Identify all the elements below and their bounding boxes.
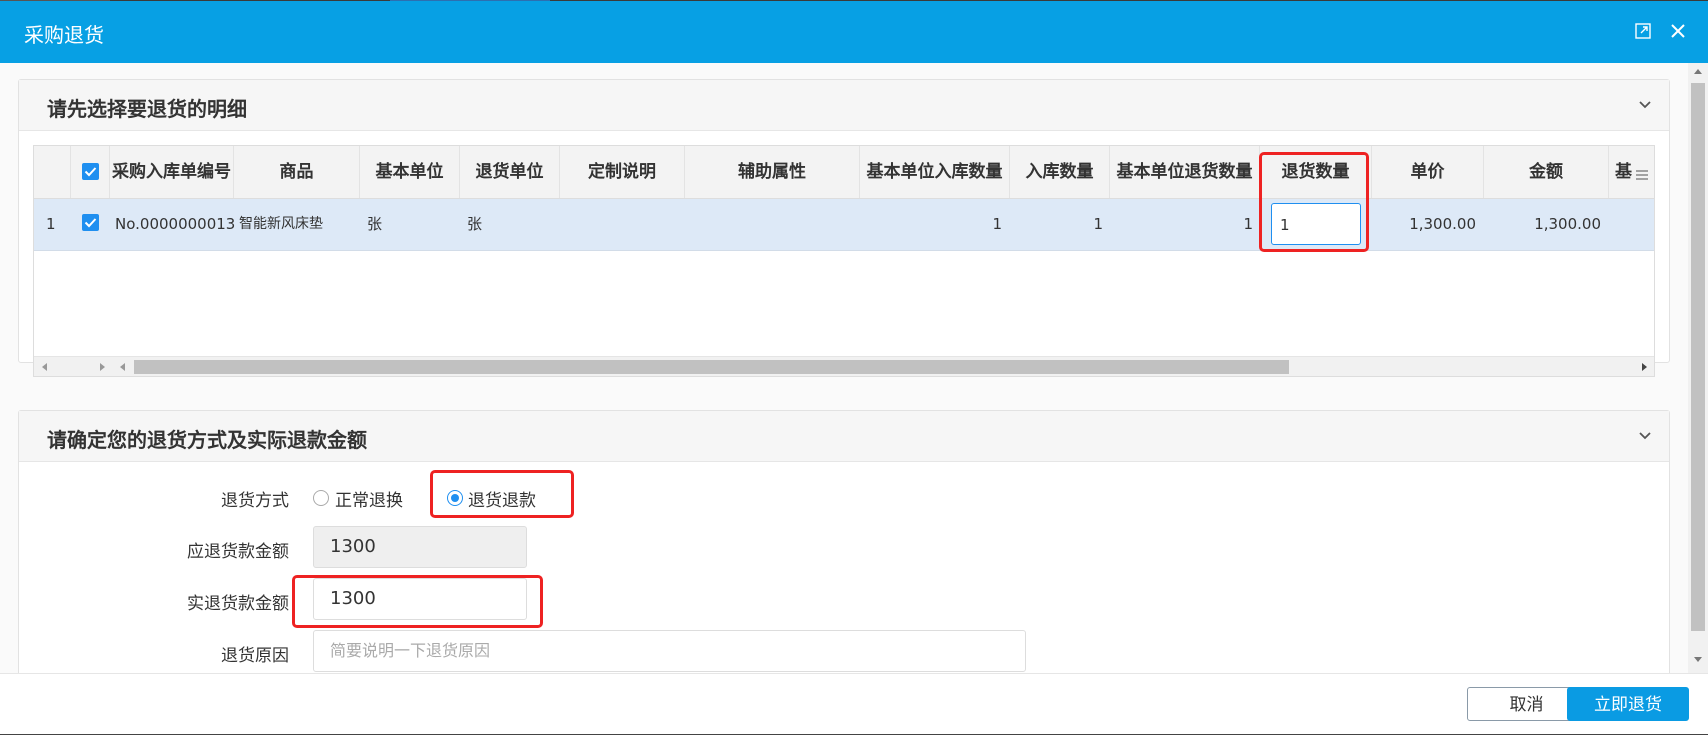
scroll-left-icon[interactable] bbox=[120, 363, 125, 371]
return-method-label: 退货方式 bbox=[221, 491, 289, 511]
col-header-in-qty[interactable]: 入库数量 bbox=[1010, 146, 1110, 198]
return-reason-label: 退货原因 bbox=[221, 646, 289, 666]
dialog-title: 采购退货 bbox=[24, 23, 104, 47]
vertical-scrollbar[interactable] bbox=[1688, 63, 1708, 673]
scroll-right-icon[interactable] bbox=[1642, 363, 1647, 371]
col-header-aux-attr[interactable]: 辅助属性 bbox=[685, 146, 860, 198]
scroll-down-icon[interactable] bbox=[1694, 657, 1702, 662]
panel-header[interactable]: 请先选择要退货的明细 bbox=[19, 80, 1669, 131]
horizontal-scrollbar[interactable] bbox=[34, 356, 1654, 376]
scroll-left-icon[interactable] bbox=[42, 363, 47, 371]
cell-base-in-qty: 1 bbox=[992, 215, 1002, 233]
col-header-amount[interactable]: 金额 bbox=[1484, 146, 1609, 198]
col-header-base-return-qty[interactable]: 基本单位退货数量 bbox=[1110, 146, 1260, 198]
cell-unit-price: 1,300.00 bbox=[1409, 215, 1476, 233]
col-header-base-unit[interactable]: 基本单位 bbox=[360, 146, 460, 198]
cell-order-no: No.0000000013 bbox=[115, 215, 235, 233]
dialog-body: 请先选择要退货的明细 采购入库单编号 商品 基本单位 退货单位 定制说明 辅助属… bbox=[0, 63, 1708, 673]
close-icon[interactable] bbox=[1668, 21, 1688, 41]
col-header-unit-price[interactable]: 单价 bbox=[1372, 146, 1484, 198]
select-all-checkbox[interactable] bbox=[82, 163, 99, 180]
panel-header[interactable]: 请确定您的退货方式及实际退款金额 bbox=[19, 411, 1669, 462]
maximize-icon[interactable] bbox=[1635, 23, 1651, 39]
cell-custom-note bbox=[560, 199, 685, 250]
due-amount-label: 应退货款金额 bbox=[187, 542, 289, 562]
col-header-order-no[interactable]: 采购入库单编号 bbox=[110, 146, 234, 198]
due-amount-field: 1300 bbox=[313, 526, 527, 568]
scrollbar-thumb[interactable] bbox=[1691, 83, 1705, 631]
table-row[interactable]: 1 No.0000000013 智能新风床垫 张 张 1 1 1 1 1,300… bbox=[34, 199, 1654, 251]
highlight-refund-option bbox=[430, 470, 574, 518]
col-header-return-unit[interactable]: 退货单位 bbox=[460, 146, 560, 198]
dialog-footer: 取消 立即退货 bbox=[0, 673, 1708, 735]
scroll-right-icon[interactable] bbox=[100, 363, 105, 371]
scrollbar-thumb[interactable] bbox=[134, 360, 1289, 374]
panel-title: 请先选择要退货的明细 bbox=[47, 97, 247, 121]
menu-lines-icon[interactable] bbox=[1636, 166, 1648, 180]
panel-title: 请确定您的退货方式及实际退款金额 bbox=[47, 428, 367, 452]
radio-normal-exchange[interactable] bbox=[313, 490, 329, 506]
chevron-down-icon[interactable] bbox=[1637, 427, 1653, 441]
cell-in-qty: 1 bbox=[1093, 215, 1103, 233]
purchase-return-dialog: 采购退货 请先选择要退货的明细 采购入库单编号 商品 基本单位 退货单位 定制说… bbox=[0, 1, 1708, 735]
return-reason-input[interactable]: 简要说明一下退货原因 bbox=[313, 630, 1026, 672]
cell-base-return-qty: 1 bbox=[1243, 215, 1253, 233]
col-header-custom-note[interactable]: 定制说明 bbox=[560, 146, 685, 198]
highlight-return-qty bbox=[1259, 152, 1369, 252]
cell-amount: 1,300.00 bbox=[1534, 215, 1601, 233]
col-header-base-in-qty[interactable]: 基本单位入库数量 bbox=[860, 146, 1010, 198]
cell-base-unit: 张 bbox=[367, 215, 383, 233]
row-number: 1 bbox=[46, 215, 56, 233]
cell-aux-attr bbox=[685, 199, 860, 250]
confirm-return-button[interactable]: 立即退货 bbox=[1567, 687, 1689, 721]
highlight-actual-amount bbox=[292, 575, 543, 628]
select-all-cell[interactable] bbox=[71, 146, 110, 198]
actual-amount-label: 实退货款金额 bbox=[187, 594, 289, 614]
refund-method-panel: 请确定您的退货方式及实际退款金额 退货方式 正常退换 退货退款 应退货款金额 1… bbox=[18, 410, 1670, 673]
cell-product: 智能新风床垫 bbox=[239, 216, 323, 232]
grid-header-row: 采购入库单编号 商品 基本单位 退货单位 定制说明 辅助属性 基本单位入库数量 … bbox=[34, 146, 1654, 199]
return-detail-grid: 采购入库单编号 商品 基本单位 退货单位 定制说明 辅助属性 基本单位入库数量 … bbox=[33, 145, 1655, 377]
row-checkbox[interactable] bbox=[82, 214, 99, 231]
scroll-up-icon[interactable] bbox=[1694, 69, 1702, 74]
cell-return-unit: 张 bbox=[467, 215, 483, 233]
return-detail-panel: 请先选择要退货的明细 采购入库单编号 商品 基本单位 退货单位 定制说明 辅助属… bbox=[18, 79, 1670, 377]
row-number-header bbox=[34, 146, 71, 198]
dialog-titlebar: 采购退货 bbox=[0, 1, 1708, 63]
radio-normal-exchange-label[interactable]: 正常退换 bbox=[335, 486, 403, 511]
col-header-product[interactable]: 商品 bbox=[234, 146, 360, 198]
chevron-down-icon[interactable] bbox=[1637, 96, 1653, 110]
